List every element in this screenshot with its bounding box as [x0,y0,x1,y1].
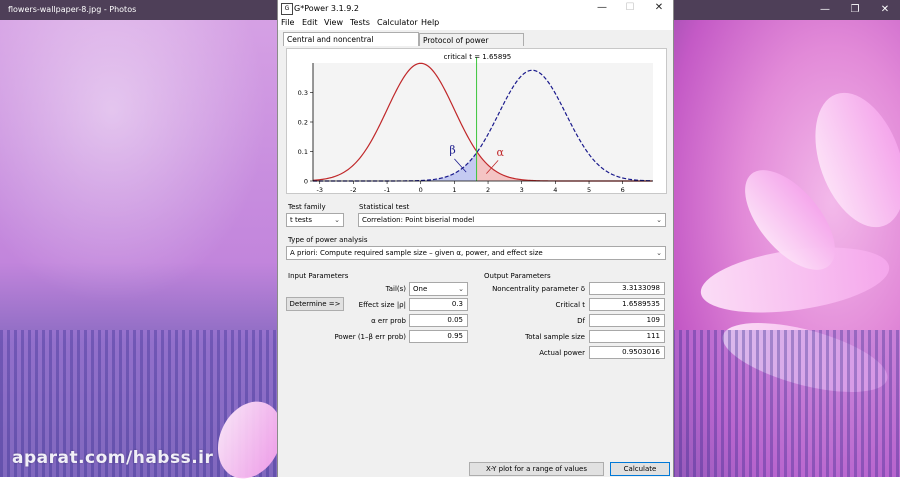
statistical-test-label: Statistical test [359,203,410,211]
x-tick-label: 6 [621,186,625,193]
x-tick-label: -3 [316,186,322,193]
chevron-down-icon: ⌄ [656,249,662,257]
minimize-button[interactable]: — [591,1,613,15]
x-tick-label: 1 [452,186,456,193]
df-label: Df [577,317,585,325]
actual-power-label: Actual power [539,349,585,357]
tails-value: One [413,285,428,293]
statistical-test-select[interactable]: Correlation: Point biserial model ⌄ [358,213,666,227]
alpha-symbol: α [496,146,504,159]
total-sample-size-label: Total sample size [525,333,585,341]
tab-distributions[interactable]: Central and noncentral distributions [283,32,419,57]
x-tick-label: -2 [350,186,356,193]
distribution-plot: critical t = 1.65895 -3 -2 -1 0 1 2 3 4 5 6 0 0.1 0.2… [298,53,653,193]
x-tick-label: 3 [520,186,524,193]
calculate-button[interactable]: Calculate [610,462,670,476]
output-parameters-heading: Output Parameters [484,272,551,280]
xy-plot-button[interactable]: X-Y plot for a range of values [469,462,604,476]
menu-tests[interactable]: Tests [350,18,370,27]
tails-select[interactable]: One ⌄ [409,282,468,296]
test-family-select[interactable]: t tests ⌄ [286,213,344,227]
x-tick-label: -1 [384,186,390,193]
tails-label: Tail(s) [385,285,406,293]
distribution-graph: critical t = 1.65895 -3 -2 -1 0 1 2 3 4 5 6 0 0.1 0.2… [286,48,667,194]
photos-window-title: flowers-wallpaper-8.jpg - Photos [8,5,137,14]
gpower-titlebar: G G*Power 3.1.9.2 — ☐ ✕ [278,0,673,16]
x-tick-label: 2 [486,186,490,193]
y-tick-label: 0.3 [298,89,308,97]
gpower-app-icon: G [281,3,293,15]
effect-size-field[interactable]: 0.3 [409,298,468,311]
watermark: aparat.com/habss.ir [12,448,214,468]
power-analysis-value: A priori: Compute required sample size –… [290,249,543,257]
determine-button[interactable]: Determine => [286,297,344,311]
y-tick-label: 0.2 [298,119,308,127]
maximize-button[interactable]: ☐ [619,1,641,15]
critical-t-label: critical t = 1.65895 [444,53,512,61]
chevron-down-icon: ⌄ [334,216,340,224]
photos-close-button[interactable]: ✕ [878,4,892,15]
power-analysis-label: Type of power analysis [288,236,368,244]
noncentrality-label: Noncentrality parameter δ [492,285,585,293]
x-tick-label: 0 [419,186,423,193]
menu-help[interactable]: Help [421,18,439,27]
beta-symbol: β [449,144,455,157]
test-family-value: t tests [290,216,313,224]
df-value: 109 [589,314,665,327]
y-tick-label: 0 [304,178,308,186]
menu-bar: File Edit View Tests Calculator Help [278,16,673,30]
chevron-down-icon: ⌄ [656,216,662,224]
test-family-label: Test family [288,203,326,211]
input-parameters-heading: Input Parameters [288,272,349,280]
actual-power-value: 0.9503016 [589,346,665,359]
menu-calculator[interactable]: Calculator [377,18,418,27]
critical-t-label: Critical t [555,301,585,309]
gpower-window-title: G*Power 3.1.9.2 [294,4,359,13]
y-tick-label: 0.1 [298,148,308,156]
menu-file[interactable]: File [281,18,294,27]
alpha-err-field[interactable]: 0.05 [409,314,468,327]
tab-protocol[interactable]: Protocol of power analyses [419,33,524,58]
power-analysis-select[interactable]: A priori: Compute required sample size –… [286,246,666,260]
statistical-test-value: Correlation: Point biserial model [362,216,475,224]
gpower-window: G G*Power 3.1.9.2 — ☐ ✕ File Edit View T… [277,0,674,477]
photos-minimize-button[interactable]: — [818,4,832,15]
x-tick-label: 4 [553,186,557,193]
critical-t-value: 1.6589535 [589,298,665,311]
menu-edit[interactable]: Edit [302,18,318,27]
photo-glow [0,20,280,320]
power-label: Power (1–β err prob) [334,333,406,341]
photos-restore-button[interactable]: ❐ [848,4,862,15]
power-field[interactable]: 0.95 [409,330,468,343]
x-tick-label: 5 [587,186,591,193]
noncentrality-value: 3.3133098 [589,282,665,295]
alpha-err-label: α err prob [371,317,406,325]
menu-view[interactable]: View [324,18,343,27]
close-button[interactable]: ✕ [648,1,670,15]
effect-size-label: Effect size |ρ| [358,301,406,309]
total-sample-size-value: 111 [589,330,665,343]
